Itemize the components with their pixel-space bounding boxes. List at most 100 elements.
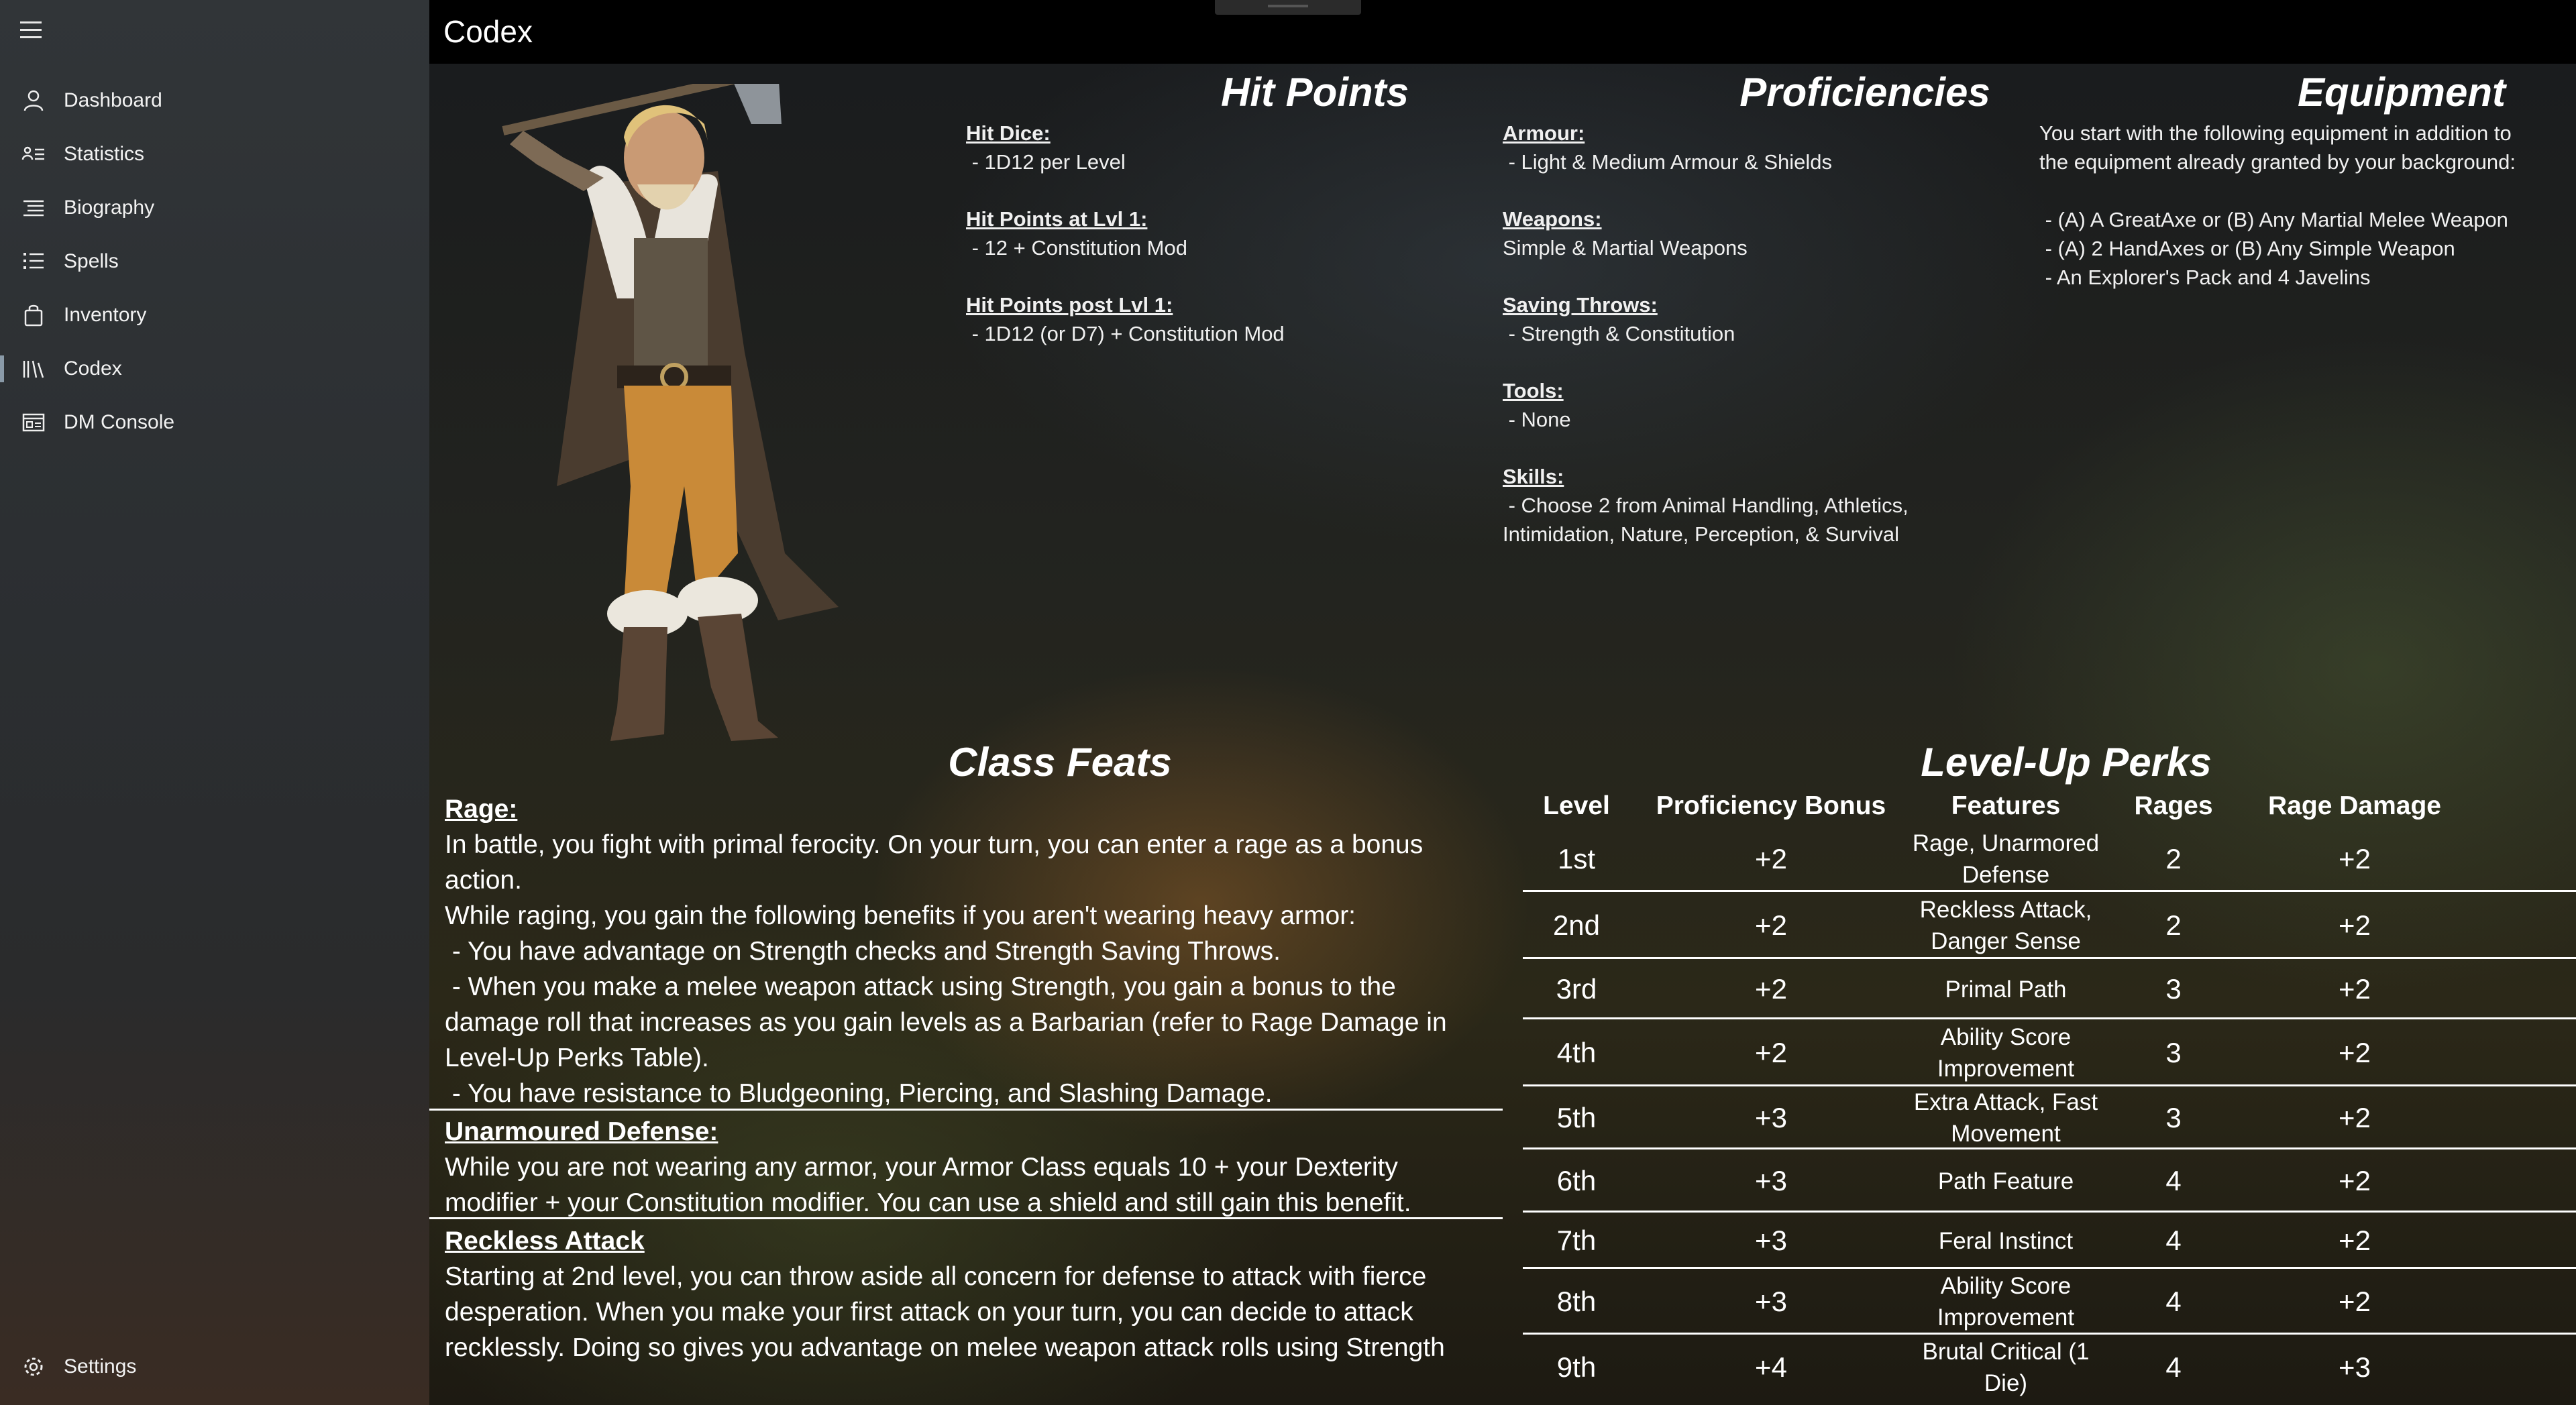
cell-proficiency-bonus: +3	[1755, 1165, 1787, 1196]
console-icon	[21, 410, 46, 435]
weapons-label: Weapons:	[1503, 207, 1602, 231]
sidebar-item-biography[interactable]: Biography	[0, 181, 429, 235]
weapons-group: Weapons: Simple & Martial Weapons	[1503, 205, 1986, 262]
skills-value-line-1: - Choose 2 from Animal Handling, Athleti…	[1503, 494, 1909, 517]
proficiencies-title: Proficiencies	[1739, 70, 1990, 115]
hit-points-title: Hit Points	[1221, 70, 1409, 115]
cell-rage-damage: +2	[2339, 973, 2371, 1005]
proficiencies-info: Armour: - Light & Medium Armour & Shield…	[1503, 119, 1986, 577]
class-feats-title: Class Feats	[948, 740, 1172, 785]
cell-level: 9th	[1556, 1351, 1597, 1383]
saving-throws-label: Saving Throws:	[1503, 293, 1658, 317]
cell-proficiency-bonus: +2	[1755, 843, 1787, 875]
weapons-value: Simple & Martial Weapons	[1503, 236, 1748, 260]
cell-rages: 3	[2165, 1037, 2182, 1068]
cell-rages: 4	[2165, 1351, 2182, 1383]
sidebar-item-spells[interactable]: Spells	[0, 235, 429, 288]
cell-features: Extra Attack, Fast Movement	[1913, 1089, 2098, 1147]
skills-group: Skills: - Choose 2 from Animal Handling,…	[1503, 462, 1986, 549]
feat-divider	[429, 1217, 1503, 1219]
armour-group: Armour: - Light & Medium Armour & Shield…	[1503, 119, 1986, 176]
table-row: 3rd +2 Primal Path 3 +2	[1523, 959, 2576, 1019]
navigation-pane: Dashboard Statistics Biography Spells In…	[0, 0, 429, 1405]
hp-lvl1-value: - 12 + Constitution Mod	[966, 236, 1187, 260]
cell-proficiency-bonus: +3	[1755, 1102, 1787, 1133]
person-icon	[21, 89, 46, 113]
equipment-item: - (A) A GreatAxe or (B) Any Martial Mele…	[2039, 208, 2508, 231]
bulleted-list-icon	[21, 249, 46, 274]
hp-lvl1-group: Hit Points at Lvl 1: - 12 + Constitution…	[966, 205, 1436, 262]
level-up-perks-title: Level-Up Perks	[1921, 740, 2212, 785]
sidebar-item-inventory[interactable]: Inventory	[0, 288, 429, 342]
sidebar-item-label: Dashboard	[64, 89, 162, 111]
table-row: 4th +2 Ability Score Improvement 3 +2	[1523, 1019, 2576, 1086]
cell-proficiency-bonus: +3	[1755, 1286, 1787, 1317]
settings-button[interactable]: Settings	[0, 1340, 429, 1394]
drag-handle[interactable]	[1215, 0, 1361, 15]
cell-rages: 4	[2165, 1286, 2182, 1317]
cell-level: 8th	[1556, 1286, 1597, 1317]
list-icon	[21, 196, 46, 220]
armour-value: - Light & Medium Armour & Shields	[1503, 150, 1833, 174]
settings-label: Settings	[64, 1355, 137, 1378]
sidebar-item-label: Spells	[64, 250, 119, 272]
cell-proficiency-bonus: +3	[1755, 1225, 1787, 1256]
equipment-info: You start with the following equipment i…	[2039, 119, 2569, 292]
hit-dice-group: Hit Dice: - 1D12 per Level	[966, 119, 1436, 176]
sidebar-item-label: Biography	[64, 196, 155, 219]
barbarian-illustration	[502, 84, 839, 741]
cell-rages: 4	[2165, 1225, 2182, 1256]
table-row: 9th +4 Brutal Critical (1 Die) 4 +3	[1523, 1335, 2576, 1400]
hp-lvl1-label: Hit Points at Lvl 1:	[966, 207, 1148, 231]
column-header-rages: Rages	[2134, 791, 2213, 820]
cell-level: 5th	[1556, 1102, 1597, 1133]
feat-divider	[429, 1109, 1503, 1111]
equipment-intro-line-2: the equipment already granted by your ba…	[2039, 150, 2516, 174]
tools-value: - None	[1503, 408, 1571, 431]
sidebar-item-codex[interactable]: Codex	[0, 342, 429, 396]
cell-features: Path Feature	[1937, 1168, 2074, 1194]
cell-features: Ability Score Improvement	[1937, 1024, 2075, 1082]
cell-level: 2nd	[1552, 909, 1601, 941]
cell-rage-damage: +2	[2339, 1102, 2371, 1133]
equipment-spacer	[2039, 176, 2569, 205]
column-header-proficiency-bonus: Proficiency Bonus	[1656, 791, 1886, 820]
table-row: 1st +2 Rage, Unarmored Defense 2 +2	[1523, 826, 2576, 892]
cell-rage-damage: +2	[2339, 1225, 2371, 1256]
sidebar-item-label: Inventory	[64, 304, 147, 326]
tools-group: Tools: - None	[1503, 376, 1986, 434]
cell-rages: 2	[2165, 909, 2182, 941]
column-header-features: Features	[1951, 791, 2061, 820]
page-title: Codex	[443, 14, 533, 49]
table-row: 8th +3 Ability Score Improvement 4 +2	[1523, 1269, 2576, 1335]
cell-level: 3rd	[1556, 973, 1597, 1005]
cell-level: 6th	[1556, 1165, 1597, 1196]
cell-features: Feral Instinct	[1938, 1227, 2074, 1254]
hamburger-menu-icon[interactable]	[20, 21, 44, 42]
cell-rages: 4	[2165, 1165, 2182, 1196]
contact-card-icon	[21, 142, 46, 166]
table-row: 6th +3 Path Feature 4 +2	[1523, 1149, 2576, 1213]
column-header-level: Level	[1543, 791, 1610, 820]
equipment-item: - An Explorer's Pack and 4 Javelins	[2039, 266, 2371, 289]
cell-rage-damage: +2	[2339, 843, 2371, 875]
armour-label: Armour:	[1503, 121, 1585, 145]
saving-throws-group: Saving Throws: - Strength & Constitution	[1503, 290, 1986, 348]
sidebar-item-label: Statistics	[64, 143, 145, 165]
gear-icon	[21, 1355, 46, 1379]
tools-label: Tools:	[1503, 379, 1564, 402]
hp-post-lvl1-group: Hit Points post Lvl 1: - 1D12 (or D7) + …	[966, 290, 1436, 348]
title-bar: Codex	[429, 0, 2576, 64]
sidebar-item-dm-console[interactable]: DM Console	[0, 396, 429, 449]
cell-rage-damage: +2	[2339, 909, 2371, 941]
table-row: 5th +3 Extra Attack, Fast Movement 3 +2	[1523, 1086, 2576, 1149]
skills-value-line-2: Intimidation, Nature, Perception, & Surv…	[1503, 522, 1899, 546]
sidebar-item-dashboard[interactable]: Dashboard	[0, 74, 429, 127]
sidebar-item-statistics[interactable]: Statistics	[0, 127, 429, 181]
cell-proficiency-bonus: +2	[1755, 909, 1787, 941]
cell-proficiency-bonus: +2	[1755, 973, 1787, 1005]
bag-icon	[21, 303, 46, 327]
cell-level: 7th	[1556, 1225, 1597, 1256]
cell-rage-damage: +2	[2339, 1037, 2371, 1068]
cell-rages: 3	[2165, 973, 2182, 1005]
